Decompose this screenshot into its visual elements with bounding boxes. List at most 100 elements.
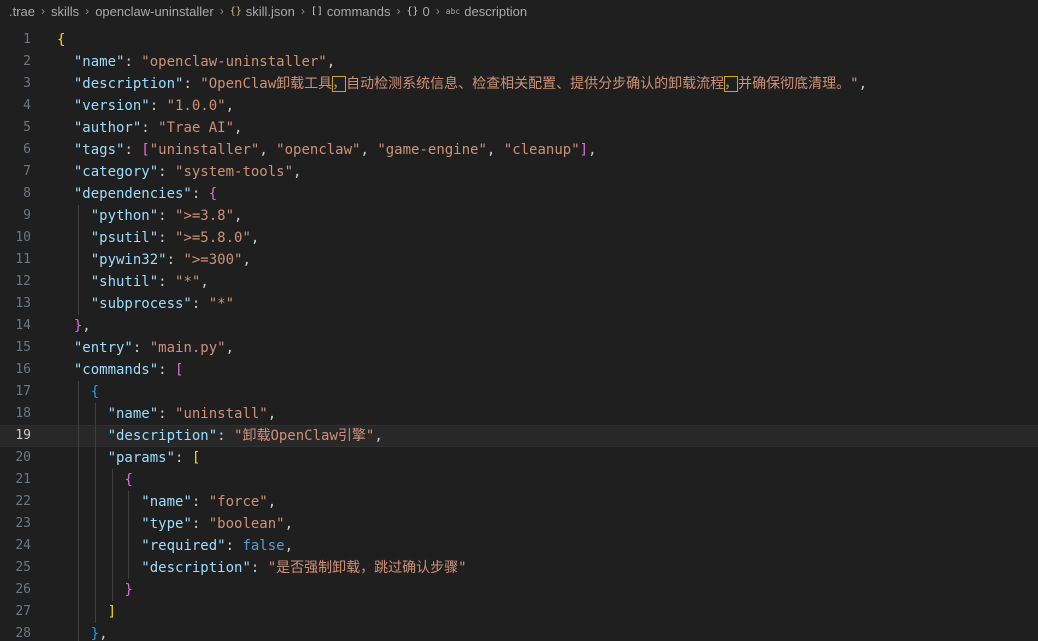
- line-number: 6: [23, 142, 31, 157]
- breadcrumb-label: skill.json: [245, 3, 295, 19]
- indent-guide: [128, 535, 130, 557]
- ambiguous-char-highlight: ，: [724, 76, 739, 92]
- indent-guide: [77, 426, 79, 448]
- code-token: "是否强制卸载，跳过确认步骤": [267, 560, 467, 576]
- code-line[interactable]: 7 "category": "system-tools",: [0, 161, 1038, 183]
- indent-guide: [111, 557, 113, 579]
- code-token: ,: [486, 142, 504, 158]
- code-line[interactable]: 28},: [0, 623, 1038, 641]
- code-line[interactable]: 27]: [0, 601, 1038, 623]
- indent-guide: [94, 447, 96, 469]
- code-line[interactable]: 24 "required": false,: [0, 535, 1038, 557]
- indent-guide: [128, 491, 130, 513]
- indent-guide: [77, 601, 79, 623]
- code-line[interactable]: 20 "params": [: [0, 447, 1038, 469]
- breadcrumb-item[interactable]: {} skill.json: [230, 4, 295, 19]
- code-line[interactable]: 19 "description": "卸载OpenClaw引擎",: [0, 425, 1038, 448]
- code-token: "entry": [73, 340, 133, 356]
- code-line[interactable]: 18 "name": "uninstall",: [0, 403, 1038, 425]
- code-token: {: [57, 32, 66, 48]
- code-line[interactable]: 21 {: [0, 469, 1038, 491]
- code-line[interactable]: 12 "shutil": "*",: [0, 271, 1038, 293]
- indent-guide: [77, 205, 79, 227]
- code-line[interactable]: 25 "description": "是否强制卸载，跳过确认步骤": [0, 557, 1038, 579]
- line-number: 2: [23, 54, 31, 69]
- code-line[interactable]: 6 "tags": ["uninstaller", "openclaw", "ga…: [0, 139, 1038, 161]
- code-token: ,: [267, 406, 277, 422]
- indent-guide: [77, 491, 79, 513]
- code-token: ,: [225, 98, 235, 114]
- breadcrumb-label: .trae: [9, 3, 36, 19]
- indent-guide: [77, 623, 79, 641]
- line-number: 10: [15, 230, 31, 245]
- line-number: 8: [23, 186, 31, 201]
- code-token: :: [158, 164, 176, 180]
- indent-guide: [77, 403, 79, 425]
- code-line[interactable]: 13 "subprocess": "*": [0, 293, 1038, 315]
- breadcrumb-item[interactable]: {} 0: [407, 4, 430, 19]
- code-text: ]: [108, 601, 116, 623]
- breadcrumb-item[interactable]: [] commands: [311, 4, 391, 19]
- indent-guide: [111, 491, 113, 513]
- breadcrumb-item[interactable]: skills: [51, 4, 79, 19]
- code-line[interactable]: 9 "python": ">=3.8",: [0, 205, 1038, 227]
- code-line[interactable]: 15 "entry": "main.py",: [0, 337, 1038, 359]
- code-line[interactable]: 5 "author": "Trae AI",: [0, 117, 1038, 139]
- code-text: }: [124, 579, 132, 601]
- code-token: :: [149, 98, 167, 114]
- code-token: :: [191, 296, 209, 312]
- code-token: "psutil": [90, 230, 159, 246]
- breadcrumb-item[interactable]: openclaw-uninstaller: [95, 4, 214, 19]
- indent-guide: [94, 426, 96, 448]
- code-text: {: [124, 469, 132, 491]
- code-line[interactable]: 14},: [0, 315, 1038, 337]
- indent-guide: [111, 535, 113, 557]
- code-line[interactable]: 8 "dependencies": {: [0, 183, 1038, 205]
- code-token: "system-tools": [175, 164, 294, 180]
- code-line[interactable]: 11 "pywin32": ">=300",: [0, 249, 1038, 271]
- code-line[interactable]: 23 "type": "boolean",: [0, 513, 1038, 535]
- code-token: ]: [579, 142, 589, 158]
- breadcrumb-item[interactable]: .trae: [9, 4, 35, 19]
- indent-guide: [77, 381, 79, 403]
- code-token: "game-engine": [377, 142, 487, 158]
- code-text: "description": "卸载OpenClaw引擎",: [108, 425, 383, 447]
- indent-guide: [111, 513, 113, 535]
- code-line[interactable]: 16 "commands": [: [0, 359, 1038, 381]
- code-token: 并确保彻底清理。": [738, 76, 859, 92]
- indent-guide: [111, 469, 113, 491]
- breadcrumb-item[interactable]: abc description: [446, 4, 527, 19]
- code-line[interactable]: 2 "name": "openclaw-uninstaller",: [0, 51, 1038, 73]
- code-text: "required": false,: [141, 535, 293, 557]
- array-icon: []: [310, 5, 323, 17]
- code-text: "author": "Trae AI",: [74, 117, 243, 139]
- code-token: false: [242, 538, 285, 554]
- code-line[interactable]: 10 "psutil": ">=5.8.0",: [0, 227, 1038, 249]
- breadcrumb-label: 0: [422, 3, 430, 19]
- code-editor[interactable]: 1{2 "name": "openclaw-uninstaller", 3 "desc…: [0, 29, 1038, 641]
- code-text: {: [57, 29, 65, 51]
- line-number: 19: [15, 428, 31, 443]
- code-token: ,: [588, 142, 597, 158]
- code-token: "name": [73, 54, 125, 70]
- code-text: "name": "openclaw-uninstaller",: [74, 51, 335, 73]
- indent-guide: [94, 403, 96, 425]
- code-token: :: [141, 120, 159, 136]
- code-text: "tags": ["uninstaller", "openclaw", "gam…: [74, 139, 597, 161]
- code-line[interactable]: 3 "description": "OpenClaw卸载工具，自动检测系统信息、检…: [0, 73, 1038, 95]
- code-token: "shutil": [90, 274, 159, 290]
- code-token: :: [250, 560, 268, 576]
- code-line[interactable]: 17 {: [0, 381, 1038, 403]
- code-token: "description": [73, 76, 184, 92]
- code-text: {: [91, 381, 99, 403]
- code-text: "description": "是否强制卸载，跳过确认步骤": [141, 557, 466, 579]
- code-token: ,: [99, 626, 108, 641]
- code-line[interactable]: 26}: [0, 579, 1038, 601]
- line-number: 1: [23, 32, 31, 47]
- code-text: "shutil": "*",: [91, 271, 209, 293]
- code-line[interactable]: 22 "name": "force",: [0, 491, 1038, 513]
- code-line[interactable]: 1{: [0, 29, 1038, 51]
- code-token: :: [132, 340, 150, 356]
- code-token: "uninstall": [175, 406, 268, 422]
- code-line[interactable]: 4 "version": "1.0.0",: [0, 95, 1038, 117]
